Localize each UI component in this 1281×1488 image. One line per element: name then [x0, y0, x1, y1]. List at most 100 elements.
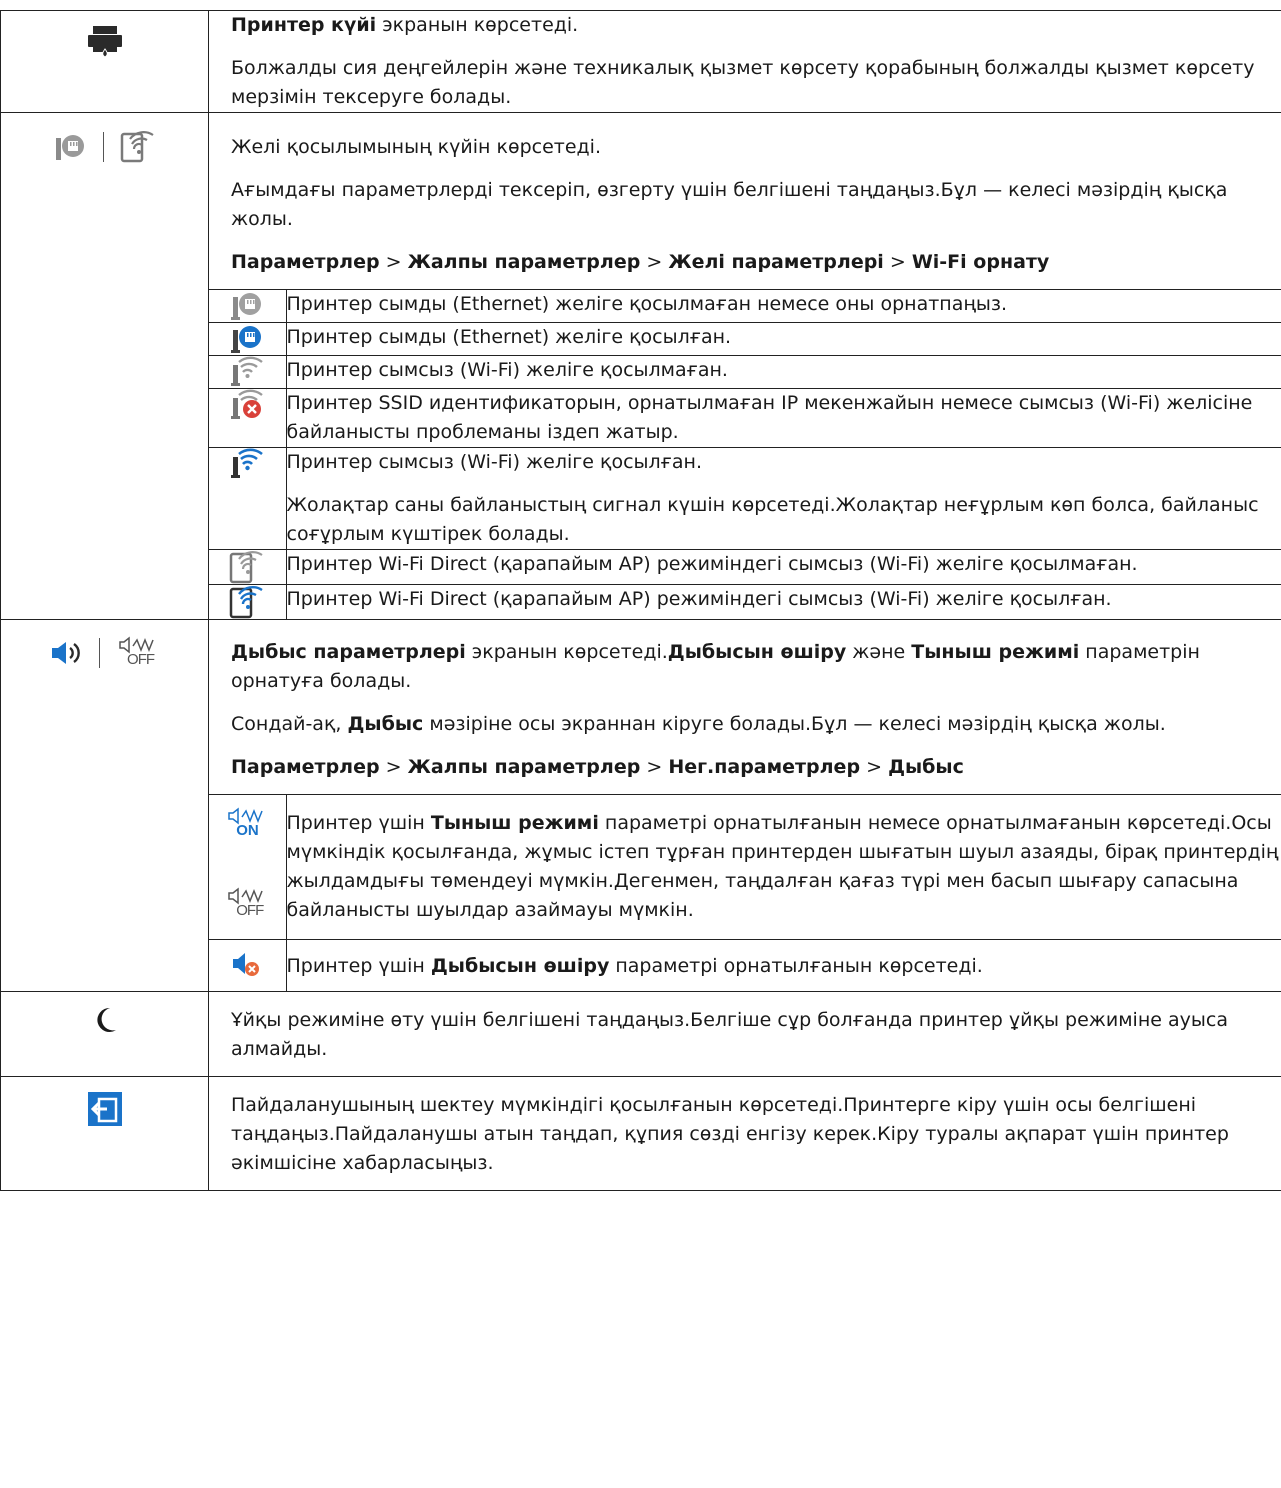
sub-icon-cell — [209, 289, 287, 323]
quiet-off-icon[interactable]: OFF — [118, 636, 158, 670]
speaker-muted-icon — [233, 953, 260, 976]
sub-icon-cell: ON OFF — [209, 794, 287, 940]
wifi-error-icon — [231, 389, 264, 419]
sound-menu-label: Дыбыс — [347, 713, 424, 735]
sub-icon-cell — [209, 388, 287, 448]
sound-intro: Дыбыс параметрлері экранын көрсетеді.Дыб… — [209, 638, 1281, 696]
menu-path-separator: > — [379, 756, 408, 778]
subtable-row: ON OFF Принтер үшін Тыныш режимі парамет… — [209, 794, 1281, 940]
ethernet-icon[interactable] — [53, 132, 87, 162]
sound-sub-text: Принтер үшін — [286, 955, 431, 977]
ethernet-disconnected-icon — [231, 293, 262, 320]
subtable-row: Принтер сымсыз (Wi-Fi) желіге қосылған. … — [209, 447, 1281, 550]
quiet-on-icon: ON — [227, 807, 267, 841]
quiet-off-label: OFF — [236, 902, 264, 919]
menu-path-separator: > — [379, 251, 408, 273]
sub-icon-cell — [209, 939, 287, 991]
sub-icon-cell — [209, 584, 287, 619]
wifi-direct-connected-icon — [230, 585, 263, 619]
printer-status-label: Принтер күйі — [231, 14, 377, 36]
subtable-row: Принтер сымсыз (Wi-Fi) желіге қосылмаған… — [209, 355, 1281, 389]
quiet-on-label: ON — [236, 822, 259, 839]
sound-detail: Сондай-ақ, Дыбыс мәзіріне осы экраннан к… — [209, 710, 1281, 739]
table-row-network: Желі қосылымының күйін көрсетеді. Ағымда… — [0, 112, 1281, 620]
icon-divider — [103, 132, 104, 162]
menu-path-item: Wi-Fi орнату — [911, 251, 1050, 273]
sound-text: және — [846, 641, 912, 663]
printer-status-detail: Болжалды сия деңгейлерін және техникалық… — [231, 57, 1255, 108]
sound-text: мәзіріне осы экраннан кіруге болады.Бұл … — [423, 713, 1166, 735]
mute-label: Дыбысын өшіру — [430, 955, 610, 977]
menu-path-item: Дыбыс — [888, 756, 964, 778]
sub-text-cell: Принтер сымды (Ethernet) желіге қосылған… — [286, 322, 1281, 356]
sub-text-cell: Принтер сымды (Ethernet) желіге қосылмағ… — [286, 289, 1281, 323]
sound-text: экранын көрсетеді. — [465, 641, 668, 663]
sub-text-cell: Принтер үшін Дыбысын өшіру параметрі орн… — [286, 940, 1281, 992]
wifi-disconnected-icon — [231, 356, 264, 386]
printer-ink-icon[interactable] — [87, 25, 123, 59]
description-cell: Желі қосылымының күйін көрсетеді. Ағымда… — [208, 112, 1281, 620]
speaker-icon[interactable] — [51, 640, 81, 666]
menu-path-item: Нег.параметрлер — [668, 756, 861, 778]
sound-sub-text: Принтер үшін — [286, 812, 431, 834]
wifi-direct-icon[interactable] — [120, 131, 156, 163]
menu-path-separator: > — [860, 756, 889, 778]
ethernet-connected-icon — [231, 326, 262, 353]
icon-cell — [0, 112, 209, 620]
network-intro: Желі қосылымының күйін көрсетеді. — [231, 136, 601, 158]
table-row-printer-status: Принтер күйі экранын көрсетеді. Болжалды… — [0, 10, 1281, 113]
wifi-connected-icon — [231, 448, 264, 478]
subtable-row: Принтер SSID идентификаторын, орнатылмағ… — [209, 388, 1281, 448]
sound-icon-subtable: ON OFF Принтер үшін Тыныш режимі парамет… — [209, 794, 1281, 991]
sub-icon-cell — [209, 549, 287, 585]
mute-label: Дыбысын өшіру — [667, 641, 847, 663]
menu-path-item: Желі параметрлері — [668, 251, 884, 273]
icon-description-table: Принтер күйі экранын көрсетеді. Болжалды… — [0, 10, 1281, 1191]
icon-cell — [0, 10, 209, 113]
menu-path-separator: > — [640, 756, 669, 778]
printer-status-line: Принтер күйі экранын көрсетеді. — [209, 11, 1281, 40]
menu-path-separator: > — [640, 251, 669, 273]
sleep-description: Ұйқы режиміне өту үшін белгішені таңдаңы… — [231, 1009, 1228, 1060]
sub-text-cell: Принтер сымсыз (Wi-Fi) желіге қосылған. … — [286, 447, 1281, 550]
icon-cell — [0, 1076, 209, 1191]
menu-path-item: Параметрлер — [231, 756, 380, 778]
printer-status-text: экранын көрсетеді. — [376, 14, 579, 36]
sub-icon-cell — [209, 322, 287, 356]
sub-text-cell: Принтер сымсыз (Wi-Fi) желіге қосылмаған… — [286, 355, 1281, 389]
table-row-sound: OFF Дыбыс параметрлері экранын көрсетеді… — [0, 619, 1281, 992]
network-menu-path: Параметрлер > Жалпы параметрлер > Желі п… — [209, 248, 1281, 277]
network-icon-subtable: Принтер сымды (Ethernet) желіге қосылмағ… — [209, 289, 1281, 619]
wifi-signal-text: Жолақтар саны байланыстың сигнал күшін к… — [286, 494, 1259, 545]
table-row-login: Пайдаланушының шектеу мүмкіндігі қосылға… — [0, 1076, 1281, 1191]
menu-path-item: Параметрлер — [231, 251, 380, 273]
sub-icon-cell — [209, 355, 287, 389]
subtable-row: Принтер Wi-Fi Direct (қарапайым AP) режи… — [209, 584, 1281, 619]
description-cell: Пайдаланушының шектеу мүмкіндігі қосылға… — [209, 1077, 1281, 1191]
sound-sub-text: параметрі орнатылғанын көрсетеді. — [609, 955, 983, 977]
sound-text: Сондай-ақ, — [231, 713, 348, 735]
icon-divider — [99, 638, 100, 668]
sub-text-cell: Принтер Wi-Fi Direct (қарапайым AP) режи… — [286, 588, 1112, 610]
menu-path-item: Жалпы параметрлер — [407, 251, 641, 273]
icon-cell — [0, 991, 209, 1077]
sound-menu-path: Параметрлер > Жалпы параметрлер > Нег.па… — [209, 753, 1281, 782]
icon-cell: OFF — [0, 619, 209, 992]
sub-text-cell: Принтер үшін Тыныш режимі параметрі орна… — [286, 794, 1281, 940]
description-cell: Принтер күйі экранын көрсетеді. Болжалды… — [208, 10, 1281, 113]
network-detail: Ағымдағы параметрлерді тексеріп, өзгерту… — [231, 179, 1228, 230]
quiet-mode-label: Тыныш режимі — [430, 812, 599, 834]
sub-text-cell: Принтер SSID идентификаторын, орнатылмағ… — [286, 388, 1281, 448]
description-cell: Дыбыс параметрлері экранын көрсетеді.Дыб… — [208, 619, 1281, 992]
menu-path-item: Жалпы параметрлер — [407, 756, 641, 778]
quiet-off-label: OFF — [127, 651, 155, 668]
moon-icon[interactable] — [92, 1006, 118, 1034]
subtable-row: Принтер Wi-Fi Direct (қарапайым AP) режи… — [209, 549, 1281, 585]
sound-settings-label: Дыбыс параметрлері — [231, 641, 466, 663]
sub-icon-cell — [209, 447, 287, 550]
subtable-row: Принтер үшін Дыбысын өшіру параметрі орн… — [209, 939, 1281, 992]
login-icon[interactable] — [87, 1091, 123, 1127]
sub-text-cell: Принтер Wi-Fi Direct (қарапайым AP) режи… — [286, 549, 1281, 585]
login-description: Пайдаланушының шектеу мүмкіндігі қосылға… — [231, 1094, 1229, 1174]
wifi-direct-disconnected-icon — [230, 551, 263, 584]
